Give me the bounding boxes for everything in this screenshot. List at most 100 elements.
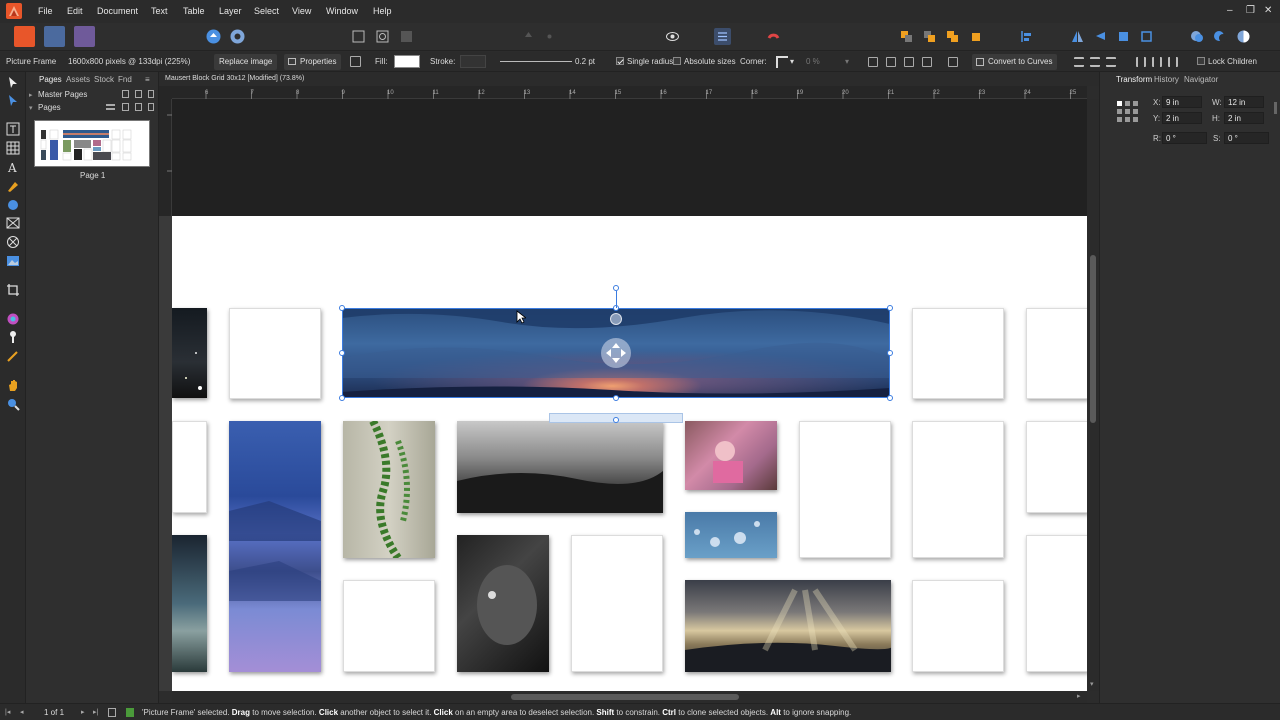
affinity-publisher-logo-icon[interactable] (6, 3, 22, 19)
vertical-scrollbar[interactable]: ▾ (1087, 99, 1099, 691)
picture-frame-sun-rays[interactable] (685, 580, 894, 672)
scroll-right-arrow-icon[interactable]: ▸ (1077, 692, 1081, 700)
pages-label[interactable]: Pages (38, 103, 61, 112)
page-view-icon[interactable] (108, 708, 116, 717)
menu-document[interactable]: Document (97, 6, 138, 16)
picture-frame-sky-dusk[interactable] (172, 535, 207, 672)
delete-master-icon[interactable] (148, 90, 154, 98)
properties-button[interactable]: Properties (284, 54, 342, 70)
menu-file[interactable]: File (38, 6, 53, 16)
crop-handle-icon[interactable] (610, 313, 622, 325)
crop-tool-icon[interactable] (6, 283, 20, 297)
maximize-button[interactable]: ❐ (1246, 5, 1255, 16)
stroke-width-value[interactable]: 0.2 pt (575, 57, 595, 66)
designer-persona-icon[interactable] (74, 26, 95, 47)
vertical-ruler[interactable] (159, 99, 172, 691)
frame-text-icon[interactable] (350, 28, 367, 45)
menu-edit[interactable]: Edit (67, 6, 83, 16)
next-page-icon[interactable]: ▸ (81, 708, 85, 716)
vertical-align-middle-icon[interactable] (1152, 57, 1162, 67)
table-icon[interactable] (398, 28, 415, 45)
add-page-icon[interactable] (122, 103, 129, 111)
shear-field[interactable]: 0 ° (1224, 132, 1269, 144)
empty-picture-frame[interactable] (172, 421, 207, 513)
picture-frame-options-icon[interactable] (350, 56, 361, 67)
move-content-icon[interactable] (601, 338, 631, 368)
rotation-field[interactable]: 0 ° (1162, 132, 1207, 144)
node-tool-icon[interactable] (6, 94, 20, 108)
empty-picture-frame[interactable] (1026, 535, 1087, 672)
selection-handle-bottom-right[interactable] (887, 395, 893, 401)
boolean-subtract-icon[interactable] (1212, 28, 1229, 45)
horizontal-scroll-thumb[interactable] (511, 694, 739, 700)
first-page-icon[interactable]: |◂ (5, 708, 10, 716)
tab-stock[interactable]: Stock (94, 75, 114, 84)
ruler-corner[interactable] (159, 86, 172, 99)
frame-text-tool-icon[interactable] (6, 122, 20, 136)
fit-content-icon[interactable] (904, 57, 914, 67)
menu-help[interactable]: Help (373, 6, 392, 16)
place-image-tool-icon[interactable] (6, 254, 20, 268)
artistic-text-tool-icon[interactable]: A (6, 160, 20, 174)
text-align-left-icon[interactable] (1074, 57, 1084, 67)
selection-handle-top-left[interactable] (339, 305, 345, 311)
page-thumbnail[interactable] (34, 120, 150, 167)
menu-view[interactable]: View (292, 6, 311, 16)
lock-children-checkbox[interactable] (1197, 57, 1205, 65)
empty-picture-frame[interactable] (912, 421, 1004, 558)
arrange-back-icon[interactable] (898, 28, 915, 45)
empty-picture-frame[interactable] (1026, 308, 1087, 399)
view-mode-icon[interactable] (664, 28, 681, 45)
add-master-icon[interactable] (122, 90, 129, 98)
picture-frame-rabbit[interactable] (457, 535, 549, 672)
text-frame-handle[interactable] (613, 417, 619, 423)
horizontal-ruler[interactable]: 6 7 8 9 10 11 12 13 14 15 16 17 18 19 20 21 22 23 24 25 (172, 86, 1087, 99)
selection-handle-bottom-center[interactable] (613, 395, 619, 401)
empty-picture-frame[interactable] (1026, 421, 1087, 513)
color-picker-tool-icon[interactable] (6, 312, 20, 326)
picture-frame-blue-mountains[interactable] (229, 421, 321, 672)
menu-text[interactable]: Text (151, 6, 168, 16)
width-field[interactable]: 12 in (1224, 96, 1264, 108)
menu-window[interactable]: Window (326, 6, 358, 16)
arrange-backward-icon[interactable] (921, 28, 938, 45)
pasteboard[interactable] (172, 99, 1087, 216)
close-button[interactable]: ✕ (1264, 5, 1272, 16)
empty-picture-frame[interactable] (229, 308, 321, 399)
corner-percent-value[interactable]: 0 % (806, 57, 820, 66)
empty-picture-frame[interactable] (912, 580, 1004, 672)
corner-type-icon[interactable] (776, 56, 788, 68)
picture-frame-children[interactable] (685, 421, 777, 490)
vertical-scroll-thumb[interactable] (1090, 255, 1096, 423)
page[interactable] (172, 216, 1087, 691)
tab-navigator[interactable]: Navigator (1184, 75, 1218, 84)
align-left-icon[interactable] (1018, 28, 1035, 45)
menu-select[interactable]: Select (254, 6, 279, 16)
tab-assets[interactable]: Assets (66, 75, 90, 84)
tab-pages[interactable]: Pages (39, 75, 62, 84)
corner-dropdown-chevron-icon[interactable]: ▾ (790, 57, 794, 66)
duplicate-page-icon[interactable] (135, 103, 142, 111)
link-dimensions-icon[interactable] (1274, 102, 1277, 114)
image-info-dropdown[interactable]: 1600x800 pixels @ 133dpi (225%) (68, 57, 190, 66)
menu-table[interactable]: Table (183, 6, 205, 16)
boolean-add-icon[interactable] (1189, 28, 1206, 45)
pages-expand-icon[interactable]: ▾ (29, 104, 33, 112)
snapping-magnet-icon[interactable] (765, 28, 782, 45)
pen-tool-icon[interactable] (6, 179, 20, 193)
scroll-down-arrow-icon[interactable]: ▾ (1090, 680, 1094, 688)
empty-picture-frame[interactable] (799, 421, 891, 558)
arrow-up-icon[interactable] (520, 28, 537, 45)
empty-picture-frame[interactable] (343, 580, 435, 672)
delete-page-icon[interactable] (148, 103, 154, 111)
anchor-point-selector-icon[interactable] (1116, 100, 1140, 124)
absolute-sizes-checkbox[interactable] (673, 57, 681, 65)
document-title[interactable]: Mausert Block Grid 30x12 [Modified] (73.… (165, 75, 304, 82)
scale-with-object-icon[interactable] (886, 57, 896, 67)
picture-frame-ivy-wall[interactable] (343, 419, 435, 561)
panel-menu-icon[interactable]: ≡ (145, 75, 150, 84)
arrange-front-icon[interactable] (967, 28, 984, 45)
table-tool-icon[interactable] (6, 141, 20, 155)
transform-origin-icon[interactable] (868, 57, 878, 67)
master-pages-expand-icon[interactable]: ▸ (29, 91, 33, 99)
